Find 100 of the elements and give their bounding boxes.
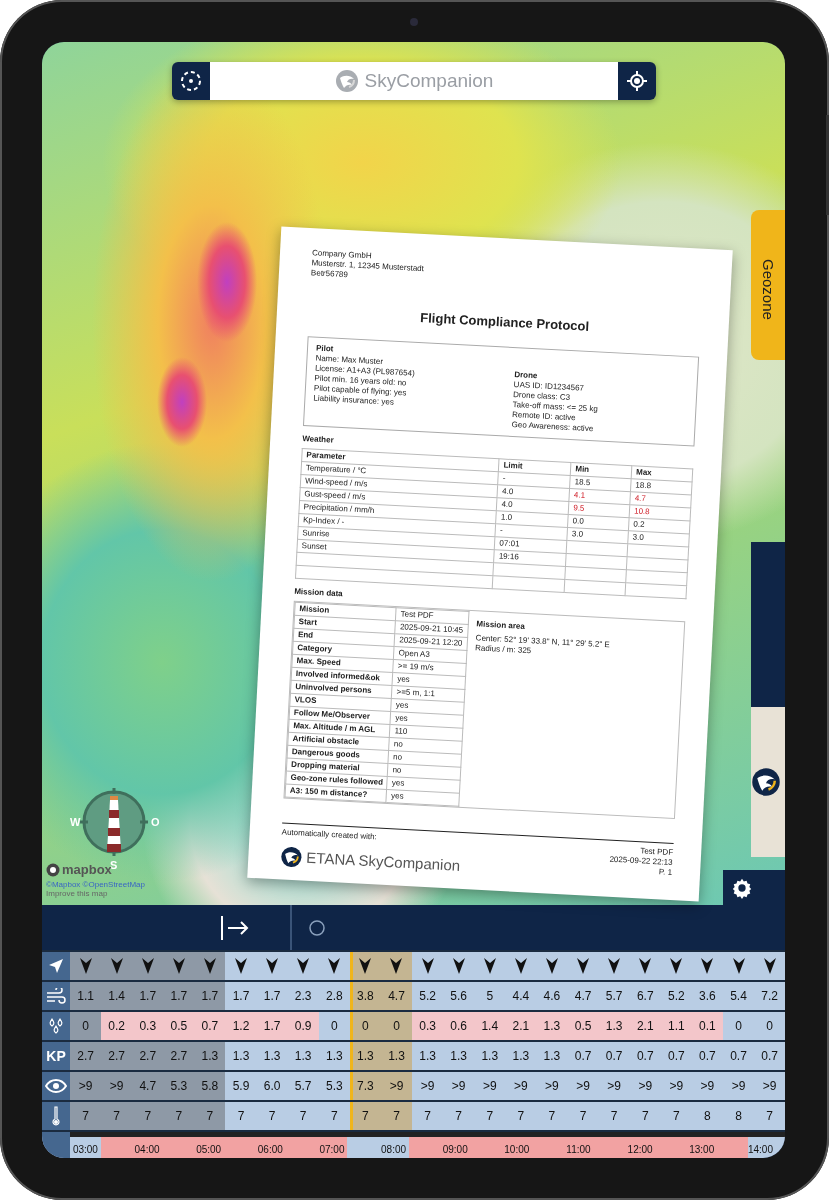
- forecast-cell[interactable]: 0.7: [754, 1042, 785, 1070]
- forecast-cell[interactable]: 7.3: [349, 1072, 381, 1100]
- forecast-cell[interactable]: 4.7: [567, 982, 599, 1010]
- forecast-cell[interactable]: 0.7: [194, 1012, 226, 1040]
- forecast-cell[interactable]: 8: [722, 1102, 755, 1130]
- scan-button[interactable]: [172, 62, 210, 100]
- forecast-cell[interactable]: 0.5: [567, 1012, 599, 1040]
- forecast-cell[interactable]: 0.6: [443, 1012, 475, 1040]
- forecast-cell[interactable]: [380, 952, 413, 980]
- forecast-cell[interactable]: 0.9: [287, 1012, 319, 1040]
- forecast-cell[interactable]: 0: [754, 1012, 785, 1040]
- forecast-cell[interactable]: 0.3: [412, 1012, 444, 1040]
- forecast-cell[interactable]: 5.6: [443, 982, 475, 1010]
- forecast-cell[interactable]: 7: [287, 1102, 319, 1130]
- forecast-cell[interactable]: [318, 952, 350, 980]
- forecast-cell[interactable]: 5.3: [163, 1072, 195, 1100]
- forecast-cell[interactable]: 3.6: [691, 982, 723, 1010]
- forecast-cell[interactable]: 7: [443, 1102, 475, 1130]
- forecast-cell[interactable]: 0: [349, 1012, 381, 1040]
- forecast-cell[interactable]: 4.7: [132, 1072, 164, 1100]
- forecast-cell[interactable]: 7: [163, 1102, 195, 1130]
- forecast-cell[interactable]: 5.4: [722, 982, 755, 1010]
- forecast-cell[interactable]: 1.3: [287, 1042, 319, 1070]
- forecast-cell[interactable]: [412, 952, 444, 980]
- forecast-cell[interactable]: 5.7: [287, 1072, 319, 1100]
- map-thumbnail[interactable]: [751, 707, 785, 857]
- forecast-cell[interactable]: 2.8: [318, 982, 350, 1010]
- forecast-cell[interactable]: 2.7: [101, 1042, 133, 1070]
- forecast-cell[interactable]: 1.3: [536, 1042, 568, 1070]
- forecast-cell[interactable]: >9: [412, 1072, 444, 1100]
- forecast-cell[interactable]: 2.7: [132, 1042, 164, 1070]
- forecast-cell[interactable]: >9: [443, 1072, 475, 1100]
- forecast-cell[interactable]: 7: [567, 1102, 599, 1130]
- forecast-cell[interactable]: >9: [536, 1072, 568, 1100]
- forecast-cell[interactable]: 0.3: [132, 1012, 164, 1040]
- forecast-cell[interactable]: 7: [505, 1102, 537, 1130]
- forecast-cell[interactable]: 0.7: [691, 1042, 723, 1070]
- forecast-cell[interactable]: >9: [722, 1072, 755, 1100]
- forecast-cell[interactable]: >9: [691, 1072, 723, 1100]
- forecast-cell[interactable]: 7: [380, 1102, 413, 1130]
- forecast-cell[interactable]: 7: [225, 1102, 257, 1130]
- forecast-cell[interactable]: [70, 952, 102, 980]
- forecast-cell[interactable]: >9: [101, 1072, 133, 1100]
- forecast-cell[interactable]: 1.3: [349, 1042, 381, 1070]
- forecast-cell[interactable]: >9: [660, 1072, 692, 1100]
- forecast-cell[interactable]: 0.7: [598, 1042, 630, 1070]
- forecast-cell[interactable]: >9: [70, 1072, 102, 1100]
- forecast-cell[interactable]: 1.3: [194, 1042, 226, 1070]
- forecast-cell[interactable]: 1.3: [598, 1012, 630, 1040]
- forecast-cell[interactable]: 6.0: [256, 1072, 288, 1100]
- forecast-cell[interactable]: 1.7: [194, 982, 226, 1010]
- forecast-cell[interactable]: 7: [318, 1102, 350, 1130]
- forecast-cell[interactable]: 0.2: [101, 1012, 133, 1040]
- forecast-cell[interactable]: 7: [598, 1102, 630, 1130]
- forecast-cell[interactable]: 0: [380, 1012, 413, 1040]
- forecast-cell[interactable]: 3.8: [349, 982, 381, 1010]
- forecast-cell[interactable]: >9: [598, 1072, 630, 1100]
- forecast-cell[interactable]: 7: [101, 1102, 133, 1130]
- forecast-cell[interactable]: 1.7: [256, 1012, 288, 1040]
- forecast-cell[interactable]: 0.7: [660, 1042, 692, 1070]
- forecast-cell[interactable]: 5.2: [660, 982, 692, 1010]
- forecast-cell[interactable]: 5.2: [412, 982, 444, 1010]
- forecast-cell[interactable]: 1.3: [318, 1042, 350, 1070]
- forecast-cell[interactable]: 2.7: [70, 1042, 102, 1070]
- forecast-cell[interactable]: 4.6: [536, 982, 568, 1010]
- forecast-cell[interactable]: 7: [412, 1102, 444, 1130]
- forecast-cell[interactable]: >9: [567, 1072, 599, 1100]
- arrow-to-bar-icon[interactable]: [220, 914, 250, 941]
- forecast-cell[interactable]: 5: [474, 982, 506, 1010]
- forecast-cell[interactable]: >9: [380, 1072, 413, 1100]
- forecast-cell[interactable]: 1.3: [256, 1042, 288, 1070]
- forecast-cell[interactable]: 7: [536, 1102, 568, 1130]
- forecast-cell[interactable]: 5.7: [598, 982, 630, 1010]
- forecast-cell[interactable]: 1.3: [443, 1042, 475, 1070]
- forecast-cell[interactable]: 4.4: [505, 982, 537, 1010]
- forecast-cell[interactable]: 1.3: [474, 1042, 506, 1070]
- forecast-cell[interactable]: 1.4: [474, 1012, 506, 1040]
- forecast-cell[interactable]: 1.2: [225, 1012, 257, 1040]
- forecast-cell[interactable]: 0.5: [163, 1012, 195, 1040]
- forecast-cell[interactable]: 0: [722, 1012, 755, 1040]
- forecast-cell[interactable]: 4.7: [380, 982, 413, 1010]
- forecast-cell[interactable]: 7: [474, 1102, 506, 1130]
- forecast-cell[interactable]: 0.1: [691, 1012, 723, 1040]
- locate-button[interactable]: [618, 62, 656, 100]
- forecast-cell[interactable]: 7: [132, 1102, 164, 1130]
- forecast-cell[interactable]: 1.3: [536, 1012, 568, 1040]
- forecast-cell[interactable]: 2.1: [629, 1012, 661, 1040]
- forecast-cell[interactable]: 1.7: [256, 982, 288, 1010]
- circle-icon[interactable]: [308, 919, 326, 938]
- forecast-cell[interactable]: 5.3: [318, 1072, 350, 1100]
- forecast-cell[interactable]: 2.1: [505, 1012, 537, 1040]
- forecast-cell[interactable]: 1.1: [70, 982, 102, 1010]
- forecast-cell[interactable]: 0.7: [567, 1042, 599, 1070]
- forecast-cell[interactable]: 7: [256, 1102, 288, 1130]
- forecast-cell[interactable]: 7: [349, 1102, 381, 1130]
- forecast-cell[interactable]: 0: [70, 1012, 102, 1040]
- forecast-cell[interactable]: 5.9: [225, 1072, 257, 1100]
- forecast-cell[interactable]: 1.4: [101, 982, 133, 1010]
- forecast-cell[interactable]: 1.3: [412, 1042, 444, 1070]
- forecast-cell[interactable]: 6.7: [629, 982, 661, 1010]
